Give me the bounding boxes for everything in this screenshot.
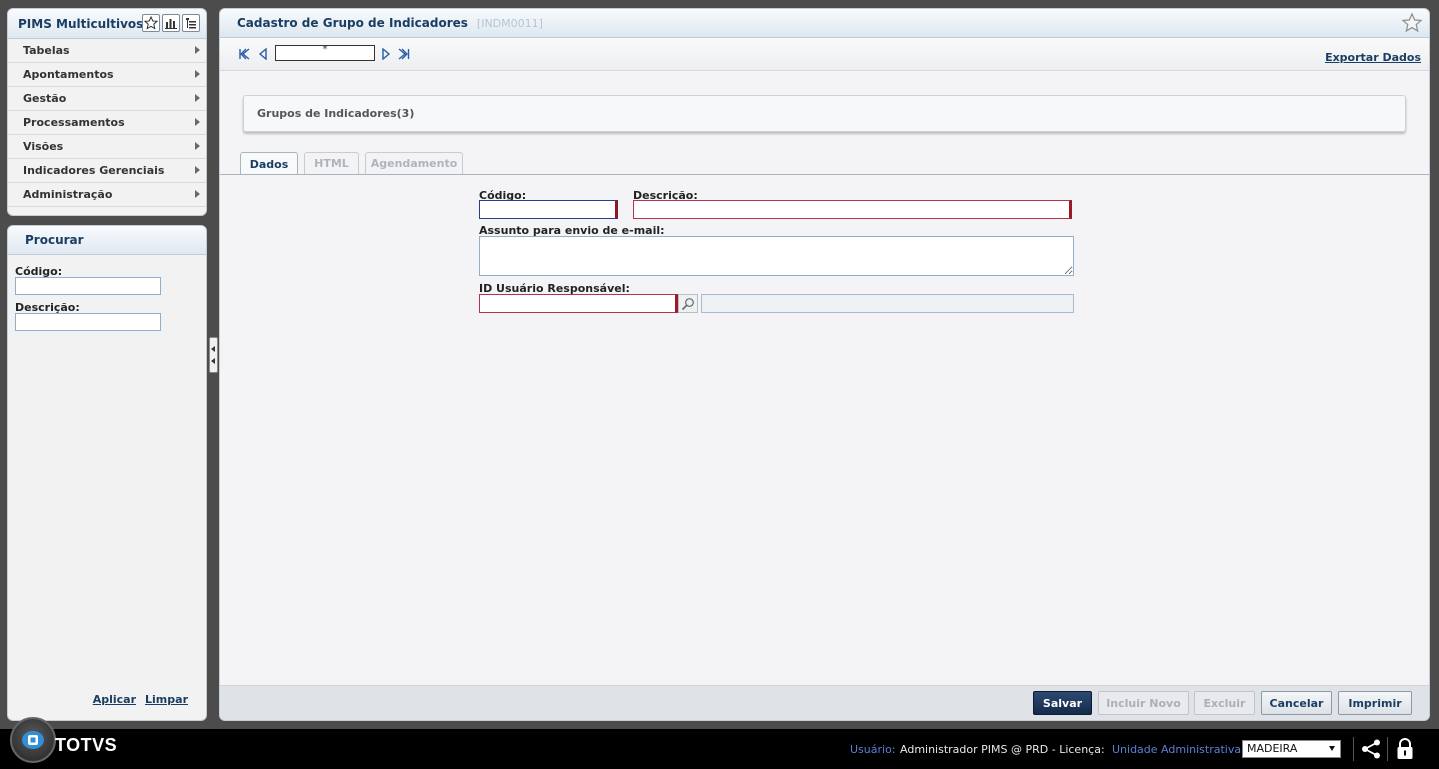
menu-item-label: Tabelas — [23, 44, 70, 57]
menu-item-processamentos[interactable]: Processamentos — [8, 111, 206, 135]
app-title: PIMS Multicultivos — [18, 16, 144, 31]
chevron-right-icon — [195, 94, 200, 102]
footer-divider — [1353, 737, 1354, 761]
unit-select[interactable]: MADEIRA — [1242, 740, 1341, 758]
record-navigation-bar: * Exportar Dados — [220, 38, 1429, 71]
page-title: Cadastro de Grupo de Indicadores — [237, 16, 468, 30]
menu-item-tabelas[interactable]: Tabelas — [8, 39, 206, 63]
apply-filter-link[interactable]: Aplicar — [93, 693, 136, 706]
search-panel: Procurar Código: Descrição: Aplicar Limp… — [7, 225, 207, 721]
clear-filter-link[interactable]: Limpar — [145, 693, 188, 706]
menu-item-label: Processamentos — [23, 116, 125, 129]
cancel-button[interactable]: Cancelar — [1261, 691, 1332, 715]
menu-item-visoes[interactable]: Visões — [8, 135, 206, 159]
usuario-lookup-button[interactable] — [678, 294, 698, 313]
tab-bar: Dados HTML Agendamento — [240, 152, 463, 175]
search-descricao-input[interactable] — [15, 313, 161, 331]
chevron-right-icon — [195, 142, 200, 150]
main-panel: Cadastro de Grupo de Indicadores [INDM00… — [219, 8, 1430, 721]
chevron-down-icon — [1329, 746, 1335, 751]
user-value: Administrador PIMS @ PRD - Licença: — [900, 743, 1105, 756]
print-button[interactable]: Imprimir — [1338, 691, 1412, 715]
usuario-responsavel-input[interactable] — [479, 294, 678, 313]
assunto-email-textarea[interactable] — [479, 236, 1074, 276]
chevron-right-icon — [195, 166, 200, 174]
chevron-right-icon — [195, 190, 200, 198]
magnifier-icon — [681, 297, 694, 310]
tab-label: Agendamento — [370, 157, 458, 170]
tab-html[interactable]: HTML — [304, 152, 359, 174]
descricao-input[interactable] — [633, 200, 1072, 219]
last-record-icon[interactable] — [398, 48, 410, 60]
tab-divider — [220, 174, 1429, 175]
search-title: Procurar — [8, 226, 206, 255]
chevron-right-icon — [195, 118, 200, 126]
menu-item-administracao[interactable]: Administração — [8, 183, 206, 207]
brand-name: TOTVS — [55, 735, 118, 755]
unit-select-value: MADEIRA — [1247, 742, 1298, 755]
tab-agendamento[interactable]: Agendamento — [365, 152, 463, 174]
unit-label: Unidade Administrativa: — [1112, 743, 1245, 756]
status-footer: TOTVS Usuário: Administrador PIMS @ PRD … — [0, 717, 1439, 769]
menu-item-apontamentos[interactable]: Apontamentos — [8, 63, 206, 87]
chevron-right-icon — [195, 70, 200, 78]
search-actions: Aplicar Limpar — [93, 693, 188, 706]
share-icon[interactable] — [1360, 738, 1382, 760]
panel-collapse-handle[interactable] — [209, 337, 218, 373]
delete-button[interactable]: Excluir — [1194, 691, 1255, 715]
page-code: [INDM0011] — [476, 16, 543, 30]
action-bar: Salvar Incluir Novo Excluir Cancelar Imp… — [220, 685, 1429, 720]
previous-record-icon[interactable] — [258, 48, 268, 60]
collapse-left-icon — [211, 346, 215, 352]
favorites-button[interactable] — [142, 14, 160, 32]
first-record-icon[interactable] — [238, 48, 250, 60]
tree-menu-button[interactable] — [182, 14, 200, 32]
favorite-star-icon[interactable] — [1401, 12, 1423, 34]
menu-item-label: Visões — [23, 140, 64, 153]
search-codigo-input[interactable] — [15, 277, 161, 295]
menu-item-gestao[interactable]: Gestão — [8, 87, 206, 111]
footer-divider — [1387, 737, 1388, 761]
group-summary[interactable]: Grupos de Indicadores(3) — [243, 95, 1406, 132]
collapse-left-icon — [211, 358, 215, 364]
star-icon — [144, 16, 158, 30]
codigo-input[interactable] — [479, 200, 618, 219]
user-label: Usuário: — [850, 743, 896, 756]
next-record-icon[interactable] — [381, 48, 391, 60]
menu-item-indicadores-gerenciais[interactable]: Indicadores Gerenciais — [8, 159, 206, 183]
main-menu-panel: PIMS Multicultivos Tabelas Apontamentos … — [7, 8, 207, 216]
menu-list: Tabelas Apontamentos Gestão Processament… — [8, 39, 206, 207]
group-title: Grupos de Indicadores(3) — [257, 107, 415, 120]
reports-button[interactable] — [162, 14, 180, 32]
tab-label: Dados — [249, 157, 289, 171]
bar-chart-icon — [165, 19, 177, 29]
lock-icon[interactable] — [1395, 737, 1415, 761]
tab-label: HTML — [314, 157, 349, 170]
menu-item-label: Administração — [23, 188, 113, 201]
menu-item-label: Apontamentos — [23, 68, 114, 81]
save-button[interactable]: Salvar — [1033, 691, 1092, 715]
usuario-nome-display — [701, 294, 1074, 313]
menu-header: PIMS Multicultivos — [8, 9, 206, 39]
record-indicator: * — [275, 45, 375, 61]
tree-list-icon — [186, 18, 196, 29]
menu-toolbar — [142, 14, 200, 32]
menu-item-label: Indicadores Gerenciais — [23, 164, 165, 177]
add-new-button[interactable]: Incluir Novo — [1098, 691, 1189, 715]
export-data-link[interactable]: Exportar Dados — [1325, 51, 1421, 64]
chevron-right-icon — [195, 46, 200, 54]
menu-item-label: Gestão — [23, 92, 67, 105]
logo-mark-icon — [22, 731, 44, 749]
tab-dados[interactable]: Dados — [240, 152, 298, 175]
totvs-logo-icon — [10, 717, 56, 763]
main-header: Cadastro de Grupo de Indicadores [INDM00… — [220, 9, 1429, 38]
